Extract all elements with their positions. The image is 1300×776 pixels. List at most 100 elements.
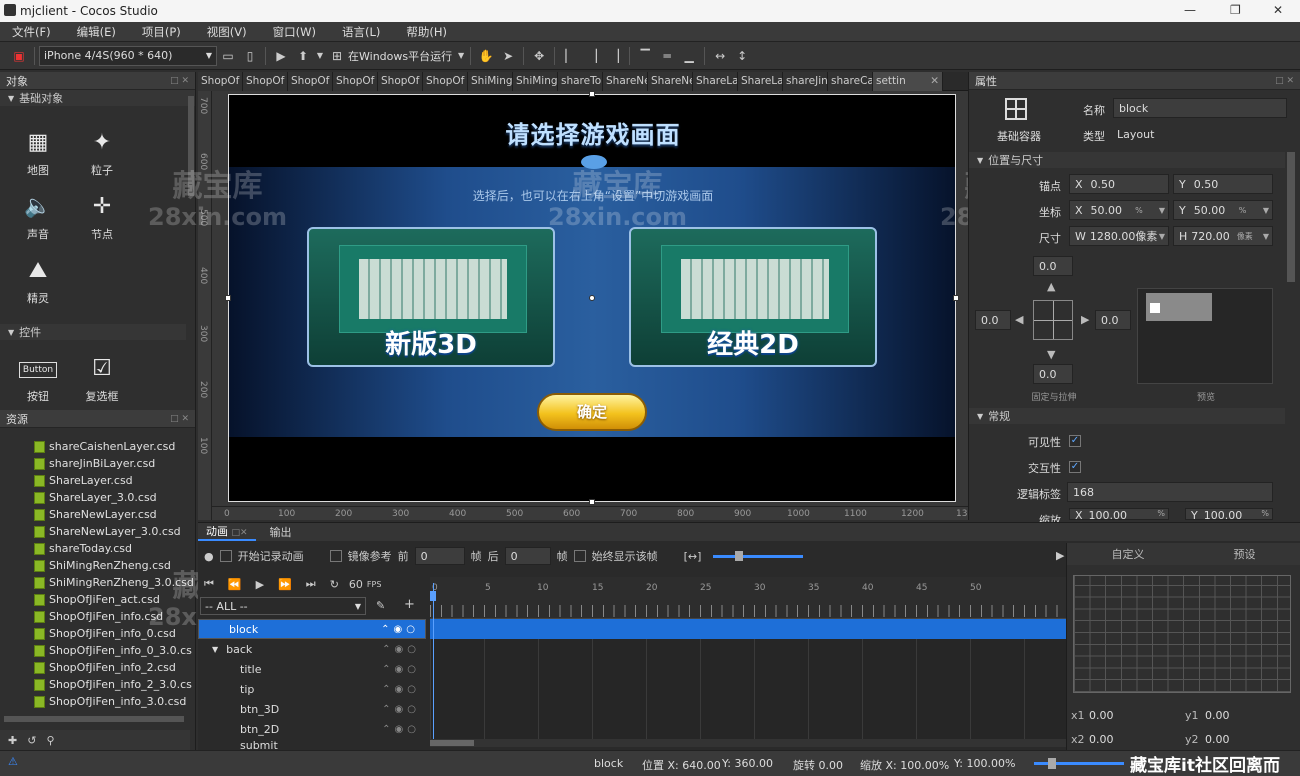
maximize-icon[interactable]: ❐ <box>1230 3 1241 17</box>
resource-file[interactable]: ShareLayer_3.0.csd <box>0 489 195 506</box>
loop-icon[interactable]: ↻ <box>330 578 339 591</box>
curve-tab-custom[interactable]: 自定义 <box>1112 546 1145 562</box>
record-checkbox[interactable] <box>219 550 232 562</box>
resource-file[interactable]: ShareLayer.csd <box>0 472 195 489</box>
size-w-input[interactable]: W 1280.00像素 ▼ <box>1069 226 1169 246</box>
device-select[interactable]: iPhone 4/4S(960 * 640) ▼ <box>39 45 217 66</box>
tree-node-back[interactable]: ▼ back ⌃◉○ <box>198 639 426 659</box>
fit-icon[interactable]: [↔] <box>684 550 702 563</box>
chevron-down-icon[interactable]: ▼ <box>314 45 326 67</box>
panel-close-icon[interactable]: □ ✕ <box>1275 76 1294 86</box>
landscape-icon[interactable]: ▭ <box>217 45 239 67</box>
resize-handle[interactable] <box>589 499 595 505</box>
position-y-input[interactable]: Y 50.00% ▼ <box>1173 200 1273 220</box>
add-icon[interactable]: ✚ <box>8 734 17 747</box>
portrait-icon[interactable]: ▯ <box>239 45 261 67</box>
tree-node-block[interactable]: block ⌃◉○ <box>198 619 426 639</box>
align-left-icon[interactable]: ▏ <box>559 45 581 67</box>
tag-input[interactable]: 168 <box>1067 482 1273 502</box>
doc-tab[interactable]: ShopOf <box>333 71 378 91</box>
anchor-y-input[interactable]: Y 0.50 <box>1173 174 1273 194</box>
node-flags-icon[interactable]: ⌃◉○ <box>381 624 419 635</box>
resource-file[interactable]: shareJinBiLayer.csd <box>0 455 195 472</box>
doc-tab[interactable]: ShopOf <box>198 71 243 91</box>
anchor-x-input[interactable]: X 0.50 <box>1069 174 1169 194</box>
pin-left-icon[interactable]: ◀ <box>1015 313 1023 326</box>
edit-icon[interactable]: ✎ <box>376 599 385 612</box>
doc-tab[interactable]: ShopOf <box>243 71 288 91</box>
chevron-down-icon[interactable]: ▼ <box>456 45 466 67</box>
doc-tab[interactable]: ShareLa <box>693 71 738 91</box>
doc-tab-active[interactable]: settin ✕ <box>873 71 943 91</box>
curve-grid[interactable] <box>1073 575 1291 693</box>
next-frames-input[interactable]: 0 <box>504 547 551 565</box>
menu-help[interactable]: 帮助(H) <box>406 24 447 40</box>
play-icon[interactable]: ▶ <box>256 578 264 591</box>
pin-top-icon[interactable]: ▲ <box>1047 280 1055 293</box>
node-flags-icon[interactable]: ⌃◉○ <box>382 724 420 735</box>
doc-tab[interactable]: ShareLa <box>738 71 783 91</box>
zoom-slider[interactable] <box>1034 758 1124 769</box>
collapse-icon[interactable]: ▼ <box>212 645 218 654</box>
warning-icon[interactable]: ⚠ <box>8 755 18 768</box>
doc-tab[interactable]: ShiMing <box>468 71 513 91</box>
playhead[interactable] <box>433 583 434 739</box>
doc-tab[interactable]: shareCa <box>828 71 873 91</box>
chevron-down-icon[interactable]: ▼ <box>1263 206 1269 215</box>
size-h-input[interactable]: H 720.00 像素 ▼ <box>1173 226 1273 246</box>
name-input[interactable]: block <box>1113 98 1287 118</box>
minimize-icon[interactable]: — <box>1184 3 1196 17</box>
position-size-section[interactable]: ▼ 位置与尺寸 <box>969 152 1285 168</box>
distribute-h-icon[interactable]: ↔ <box>709 45 731 67</box>
control-checkbox[interactable]: ☑ 复选框 <box>72 356 132 404</box>
properties-scrollbar[interactable] <box>1287 152 1295 282</box>
doc-tab[interactable]: shareJin <box>783 71 828 91</box>
add-icon[interactable]: + <box>404 597 415 612</box>
upload-icon[interactable]: ⬆ <box>292 45 314 67</box>
object-node[interactable]: ✛ 节点 <box>72 194 132 242</box>
menu-edit[interactable]: 编辑(E) <box>77 24 116 40</box>
resource-file[interactable]: shareToday.csd <box>0 540 195 557</box>
move-icon[interactable]: ✥ <box>528 45 550 67</box>
doc-tab[interactable]: ShareNe <box>648 71 693 91</box>
resource-file[interactable]: ShareNewLayer_3.0.csd <box>0 523 195 540</box>
tree-node-tip[interactable]: tip ⌃◉○ <box>198 679 426 699</box>
zoom-slider[interactable] <box>713 550 804 561</box>
scale-x-input[interactable]: X 100.00% <box>1069 508 1169 520</box>
doc-tab[interactable]: ShareNe <box>603 71 648 91</box>
panel-close-icon[interactable]: □✕ <box>232 528 248 538</box>
resource-file[interactable]: ShopOfJiFen_info_2.csd <box>0 659 195 676</box>
align-bottom-icon[interactable]: ▁ <box>678 45 700 67</box>
last-frame-icon[interactable]: ⏭ <box>306 577 316 591</box>
fps-value[interactable]: 60 <box>349 578 363 591</box>
doc-tab[interactable]: ShopOf <box>378 71 423 91</box>
chevron-down-icon[interactable]: ▼ <box>1159 206 1165 215</box>
curve-tab-preset[interactable]: 预设 <box>1234 546 1256 562</box>
resize-handle[interactable] <box>589 91 595 97</box>
node-flags-icon[interactable]: ⌃◉○ <box>382 704 420 715</box>
resources-h-scrollbar[interactable] <box>4 716 184 722</box>
record-icon[interactable]: ● <box>204 550 214 563</box>
object-sound[interactable]: 🔈 声音 <box>8 194 68 242</box>
basic-objects-section[interactable]: ▼ 基础对象 <box>0 90 195 106</box>
object-particle[interactable]: ✦ 粒子 <box>72 130 132 178</box>
tree-node-btn2d[interactable]: btn_2D ⌃◉○ <box>198 719 426 739</box>
general-section[interactable]: ▼ 常规 <box>969 408 1285 424</box>
resize-handle[interactable] <box>225 295 231 301</box>
confirm-button[interactable]: 确定 <box>537 393 647 431</box>
publish-icon[interactable]: ▣ <box>8 45 30 67</box>
tree-node-btn3d[interactable]: btn_3D ⌃◉○ <box>198 699 426 719</box>
menu-file[interactable]: 文件(F) <box>12 24 51 40</box>
scale-y-input[interactable]: Y 100.00% <box>1185 508 1273 520</box>
play-icon[interactable]: ▶ <box>270 45 292 67</box>
object-sprite[interactable]: ⛰ 精灵 <box>8 258 68 306</box>
chevron-down-icon[interactable]: ▼ <box>1159 232 1165 241</box>
search-icon[interactable]: ⚲ <box>46 734 54 747</box>
run-target-label[interactable]: 在Windows平台运行 <box>348 48 452 64</box>
doc-tab[interactable]: ShiMing <box>513 71 558 91</box>
close-icon[interactable]: ✕ <box>1273 3 1283 17</box>
chevron-down-icon[interactable]: ▼ <box>1263 232 1269 241</box>
y2-value[interactable]: 0.00 <box>1205 733 1230 746</box>
always-show-checkbox[interactable] <box>573 550 586 562</box>
tab-output[interactable]: 输出 <box>256 524 306 540</box>
